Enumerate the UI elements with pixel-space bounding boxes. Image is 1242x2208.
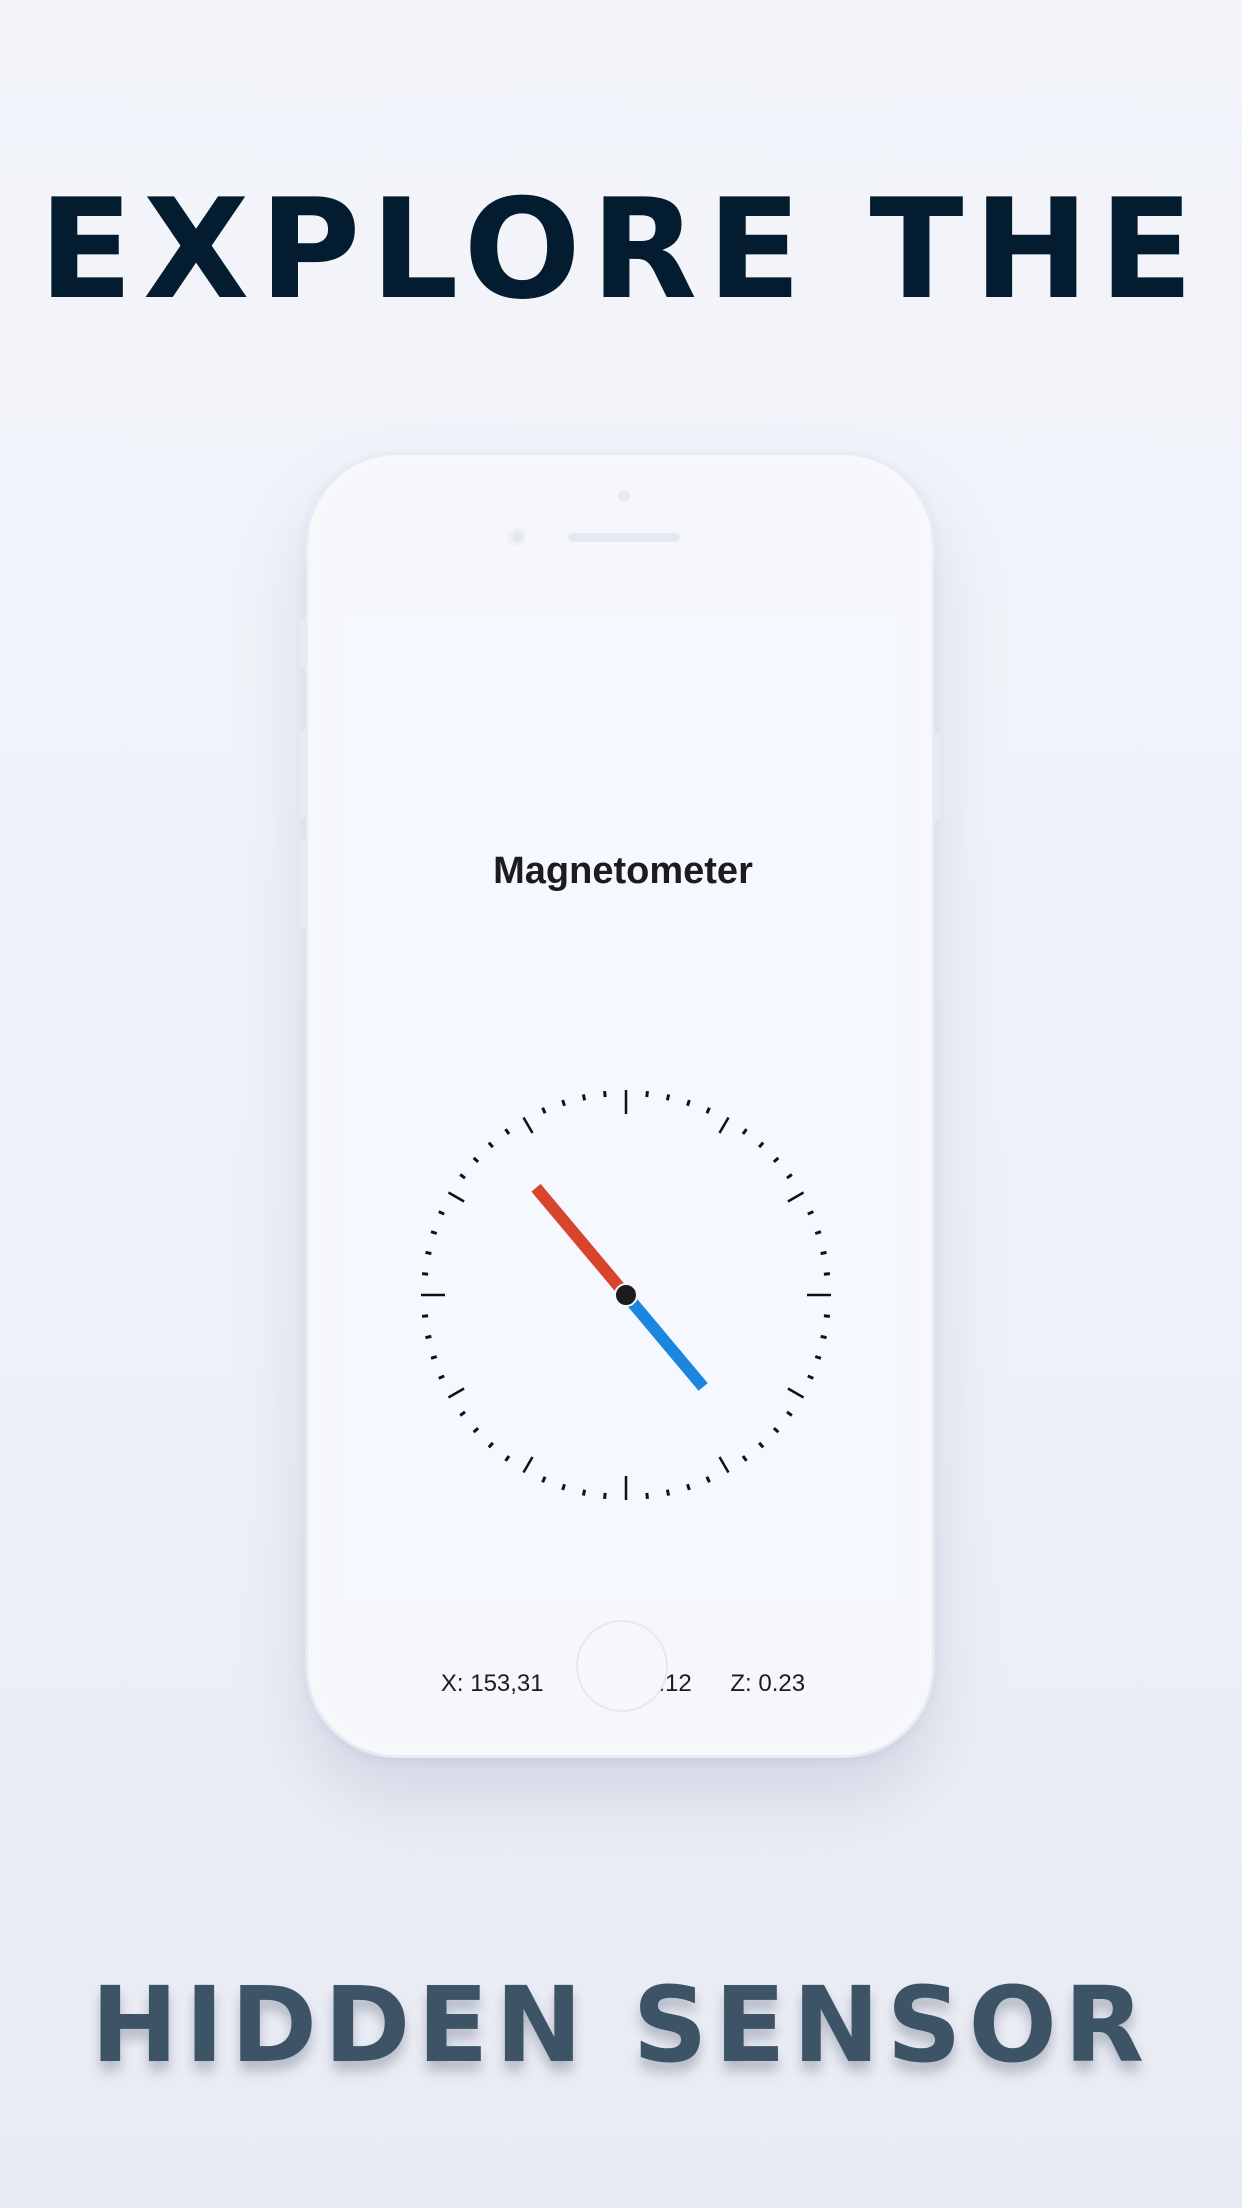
compass-tick: [447, 1191, 465, 1203]
compass-tick: [447, 1387, 465, 1399]
compass-tick: [820, 1334, 827, 1340]
compass-tick: [787, 1387, 805, 1399]
compass-tick: [561, 1483, 566, 1491]
compass-tick: [438, 1374, 445, 1380]
compass-tick: [823, 1272, 831, 1276]
compass-tick: [820, 1250, 827, 1256]
compass-tick: [823, 1314, 831, 1318]
compass-tick: [786, 1173, 793, 1180]
compass-tick: [472, 1156, 480, 1163]
compass-tick: [581, 1489, 587, 1496]
readout-z: Z: 0.23: [730, 1670, 806, 1697]
compass-tick: [807, 1210, 814, 1216]
compass-tick: [438, 1210, 445, 1216]
compass-tick: [425, 1250, 432, 1256]
compass-tick: [741, 1128, 748, 1135]
compass-tick: [561, 1099, 566, 1107]
compass-tick: [807, 1374, 814, 1380]
app-title: Magnetometer: [493, 850, 753, 892]
compass-tick: [741, 1455, 748, 1462]
compass-tick: [772, 1156, 780, 1163]
front-camera-icon: [508, 528, 526, 546]
compass-tick: [487, 1141, 494, 1149]
readout-x: X: 153,31: [440, 1670, 544, 1697]
compass-tick: [705, 1476, 711, 1483]
compass-tick: [504, 1455, 511, 1462]
power-button: [935, 733, 940, 821]
compass-tick: [487, 1441, 494, 1449]
compass-tick: [430, 1355, 438, 1360]
compass-tick: [522, 1456, 534, 1474]
compass-tick: [665, 1489, 671, 1496]
compass-tick: [603, 1090, 607, 1098]
compass-tick: [665, 1094, 671, 1101]
compass-tick: [430, 1230, 438, 1235]
app-screen: Magnetometer X: 153,31 Y: -622.12 Z: 0.2…: [346, 615, 900, 1697]
compass-tick: [814, 1230, 822, 1235]
compass-tick: [645, 1492, 649, 1500]
compass-tick: [603, 1492, 607, 1500]
compass-tick: [425, 1334, 432, 1340]
compass-tick: [686, 1483, 691, 1491]
earpiece-speaker: [568, 533, 680, 542]
compass-tick: [421, 1272, 429, 1276]
home-button[interactable]: [576, 1620, 668, 1712]
needle-pivot: [614, 1283, 638, 1307]
compass-tick: [581, 1094, 587, 1101]
compass-tick: [645, 1090, 649, 1098]
compass-tick: [504, 1128, 511, 1135]
needle-north: [531, 1183, 631, 1299]
compass-tick: [541, 1476, 547, 1483]
compass-tick: [686, 1099, 691, 1107]
compass-tick: [522, 1116, 534, 1134]
compass-tick: [718, 1116, 730, 1134]
needle-south: [621, 1291, 708, 1391]
compass-tick: [786, 1410, 793, 1417]
headline-hidden-sensor: HIDDEN SENSOR: [90, 1964, 1152, 2086]
compass-tick: [772, 1427, 780, 1434]
compass-tick: [758, 1141, 765, 1149]
compass-tick: [541, 1107, 547, 1114]
compass-tick: [814, 1355, 822, 1360]
compass-tick: [718, 1456, 730, 1474]
compass-tick: [705, 1107, 711, 1114]
compass-dial: [421, 1090, 831, 1500]
headline-explore: EXPLORE THE: [38, 169, 1204, 330]
compass-tick: [459, 1173, 466, 1180]
compass-tick: [787, 1191, 805, 1203]
mute-switch: [300, 620, 305, 668]
compass-tick: [758, 1441, 765, 1449]
compass-tick: [421, 1314, 429, 1318]
volume-down-button: [300, 840, 305, 928]
compass-tick: [472, 1427, 480, 1434]
compass-tick: [459, 1410, 466, 1417]
proximity-sensor: [618, 490, 630, 502]
volume-up-button: [300, 730, 305, 818]
phone-mockup: Magnetometer X: 153,31 Y: -622.12 Z: 0.2…: [300, 452, 940, 1758]
